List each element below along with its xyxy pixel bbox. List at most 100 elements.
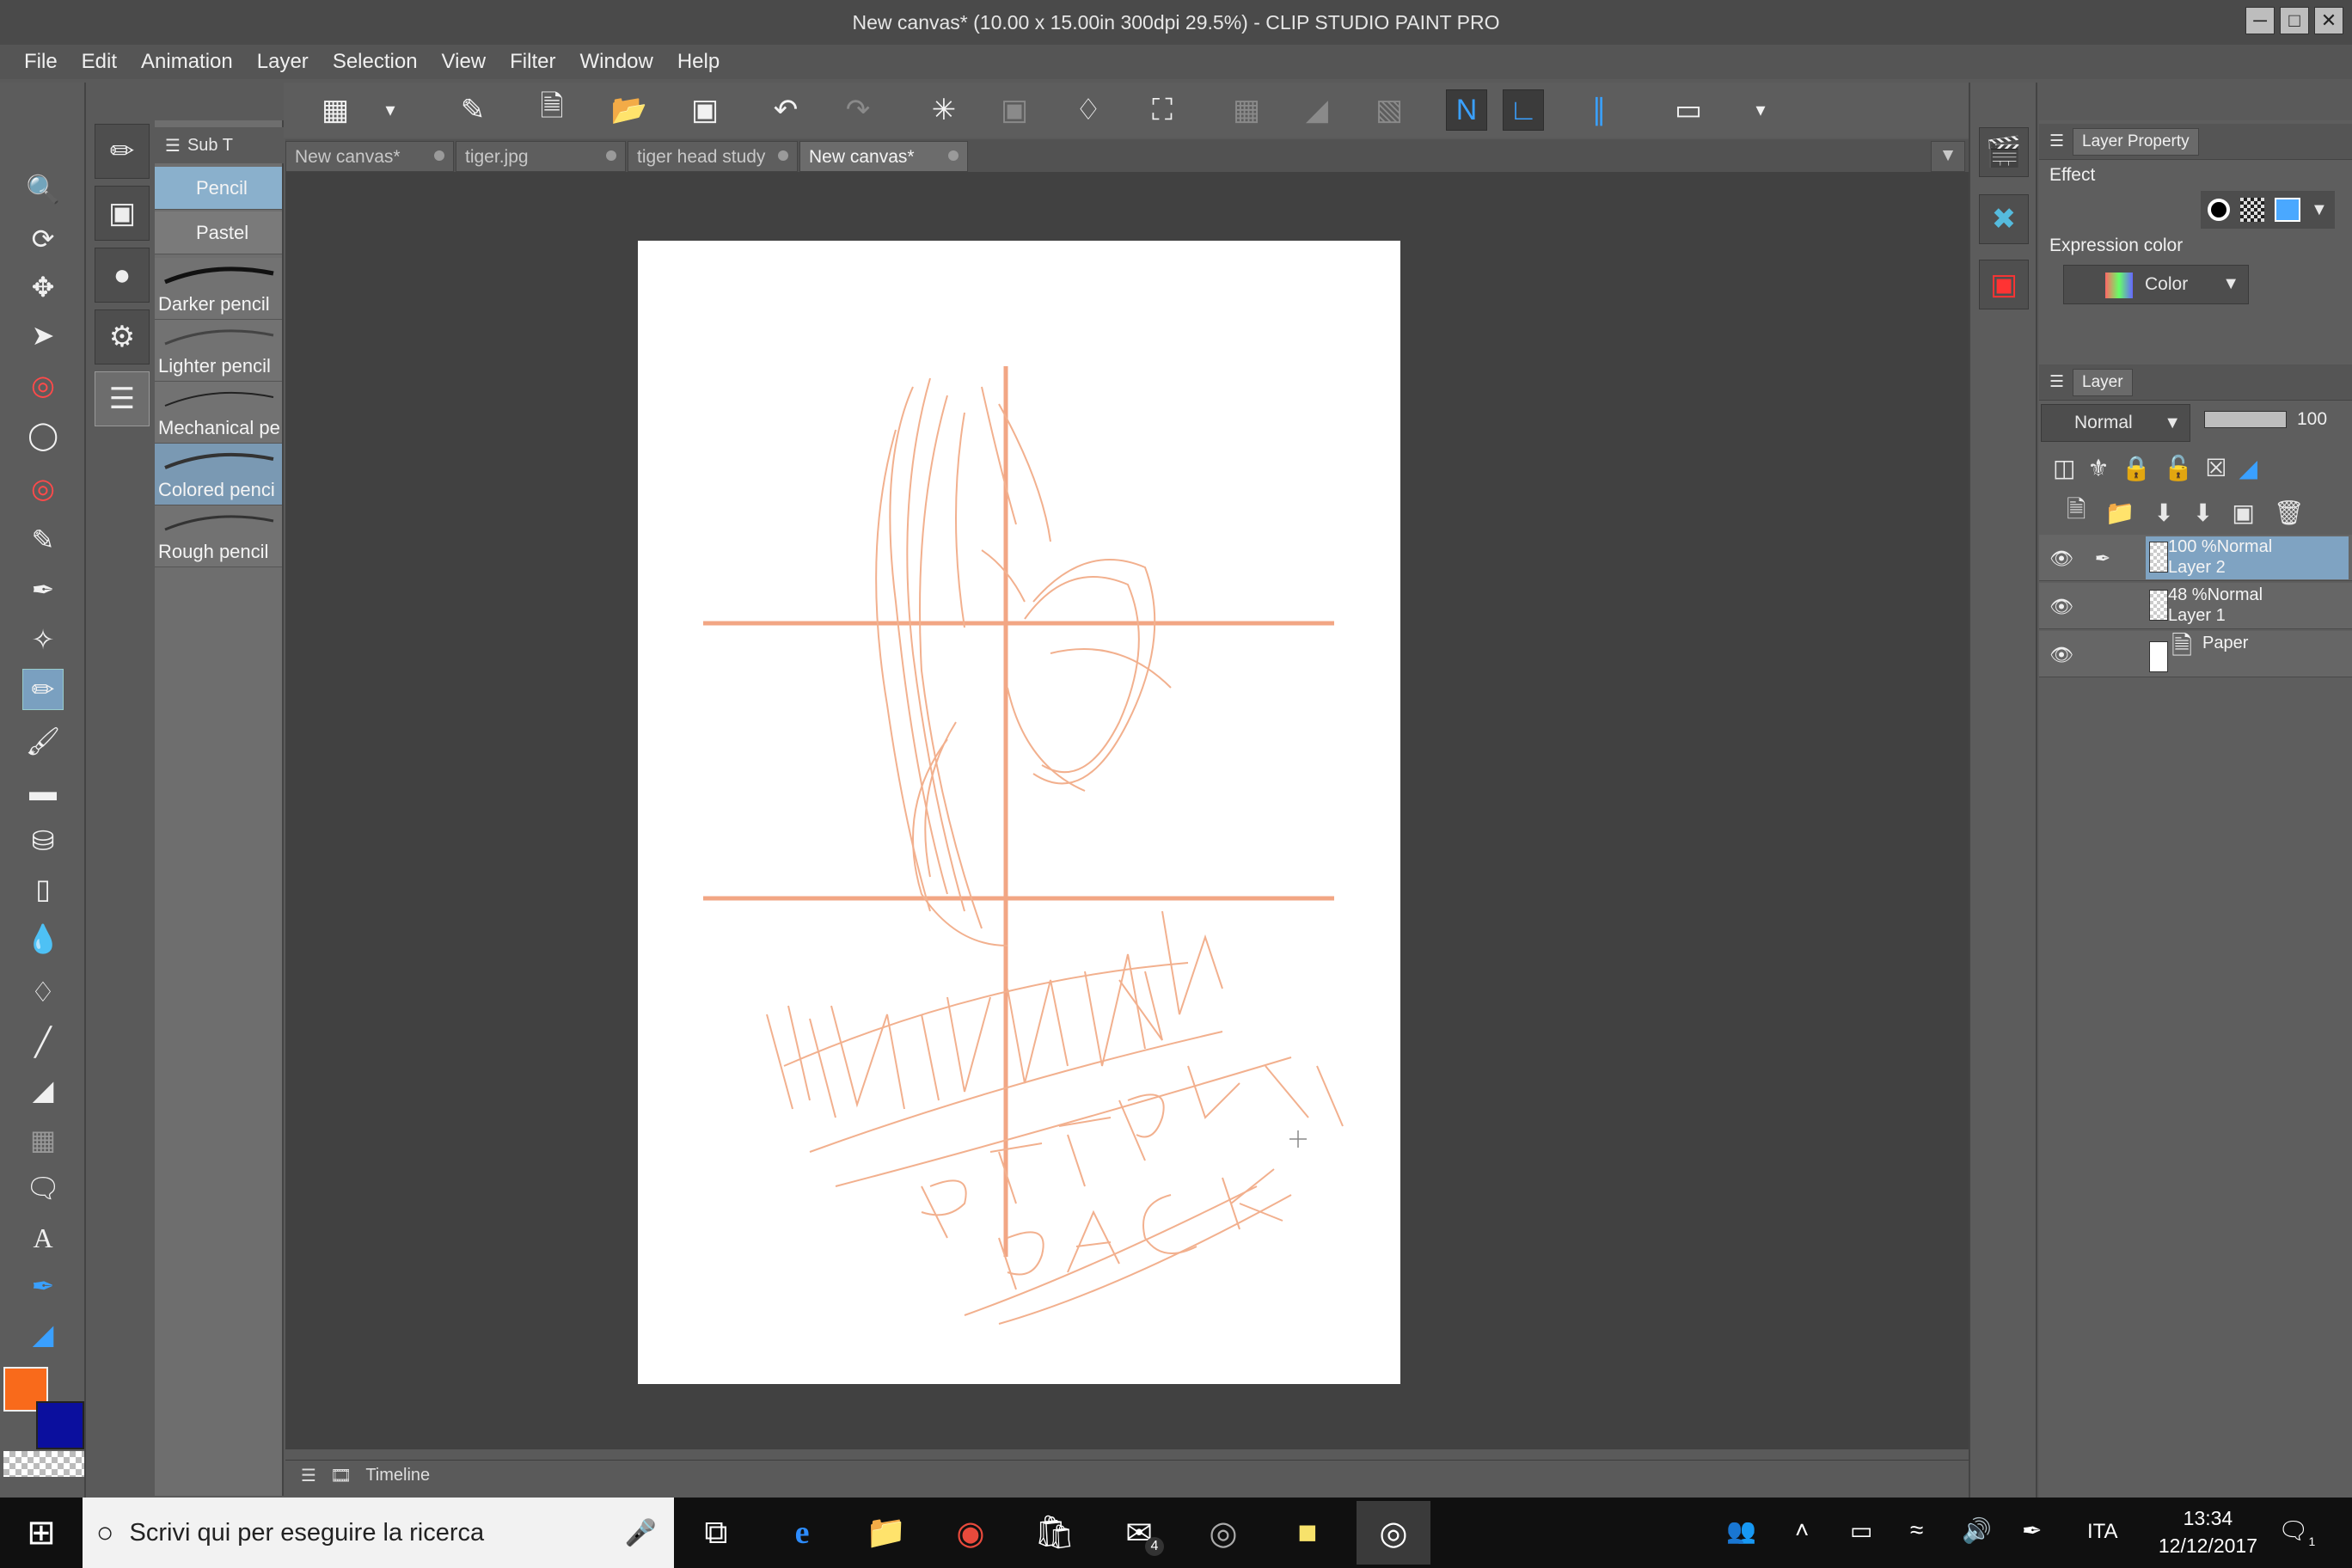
disc-icon[interactable]: ●	[95, 248, 150, 303]
clip-studio-paint-icon[interactable]: ◎	[1357, 1501, 1430, 1565]
balloon-icon[interactable]: 🗨	[22, 1167, 64, 1209]
redo-icon[interactable]: ↷	[837, 89, 879, 131]
eraser-icon[interactable]: ▯	[22, 868, 64, 910]
people-icon[interactable]: 👥	[1726, 1516, 1756, 1545]
zoom-icon[interactable]: 🔍	[22, 168, 64, 210]
erase-selection-icon[interactable]: ✳	[923, 89, 965, 131]
layer-property-tab[interactable]: Layer Property	[2073, 127, 2199, 156]
subtool-list-icon[interactable]: ☰	[95, 371, 150, 426]
close-tab-icon[interactable]	[434, 150, 444, 161]
eye-icon[interactable]: 👁	[2049, 595, 2073, 619]
grid-menu-icon[interactable]: ▦	[315, 89, 356, 131]
volume-icon[interactable]: 🔊	[1962, 1516, 1992, 1545]
layer-color-icon[interactable]	[2275, 198, 2300, 222]
transform-icon[interactable]: ⛶	[1142, 89, 1183, 131]
more-dropdown-icon[interactable]: ▾	[1740, 89, 1781, 131]
chevron-down-icon[interactable]: ▼	[2311, 200, 2328, 220]
menu-layer[interactable]: Layer	[245, 50, 321, 74]
menu-window[interactable]: Window	[567, 50, 665, 74]
pencil-group-icon[interactable]: ✏	[95, 124, 150, 179]
brush-icon[interactable]: 🖌	[22, 720, 64, 762]
layer-tab[interactable]: Layer	[2073, 368, 2133, 396]
tab-new-canvas-2[interactable]: New canvas*	[799, 141, 968, 172]
opacity-slider[interactable]	[2204, 411, 2287, 428]
close-tab-icon[interactable]	[606, 150, 616, 161]
notifications-icon[interactable]: 🗨1	[2278, 1516, 2315, 1548]
minimize-button[interactable]: ─	[2245, 7, 2275, 34]
undo-icon[interactable]: ↶	[765, 89, 806, 131]
language-indicator[interactable]: ITA	[2087, 1520, 2118, 1544]
clipping-icon[interactable]: ◫	[2053, 454, 2075, 482]
subtool-colored-pencil[interactable]: Colored penci	[155, 444, 282, 505]
ruler-icon[interactable]: ◢	[1296, 89, 1338, 131]
transparent-color-swatch[interactable]	[3, 1451, 84, 1477]
correct-line-icon[interactable]: ✒	[22, 1265, 64, 1307]
border-effect-icon[interactable]	[2208, 199, 2230, 221]
layer-row-layer-1[interactable]: 👁 48 %Normal Layer 1	[2039, 583, 2352, 629]
opacity-value[interactable]: 100	[2297, 409, 2327, 430]
menu-file[interactable]: File	[12, 50, 70, 74]
merge-visible-icon[interactable]: ⬇	[2193, 499, 2213, 527]
layer-row-paper[interactable]: 👁 🗎 Paper	[2039, 631, 2352, 677]
snap-ruler-icon[interactable]: N	[1446, 89, 1487, 131]
open-folder-icon[interactable]: 📂	[609, 89, 650, 131]
subtool-mechanical-pencil[interactable]: Mechanical pe	[155, 382, 282, 444]
eye-icon[interactable]: 👁	[2049, 643, 2073, 667]
new-raster-layer-icon[interactable]: 🗎	[2067, 492, 2086, 533]
task-view-icon[interactable]: ⧉	[693, 1510, 739, 1556]
target-icon[interactable]: ◎	[22, 364, 64, 406]
save-icon[interactable]: ▣	[684, 89, 726, 131]
windows-start-icon[interactable]: ⊞	[0, 1498, 83, 1568]
lock-icon[interactable]: 🔒	[2122, 454, 2152, 482]
pencil-icon[interactable]: ✏	[22, 669, 64, 710]
merge-down-icon[interactable]: ⬇	[2153, 499, 2173, 527]
chip-icon[interactable]: ▣	[95, 186, 150, 241]
lock-transparency-icon[interactable]: 🔓	[2163, 454, 2193, 482]
drawing-canvas[interactable]	[638, 241, 1400, 1384]
close-tab-icon[interactable]	[948, 150, 959, 161]
sticky-notes-icon[interactable]: ■	[1284, 1510, 1331, 1556]
search-box[interactable]: ○ Scrivi qui per eseguire la ricerca 🎤	[83, 1498, 674, 1568]
text-icon[interactable]: A	[22, 1217, 64, 1259]
navigator-icon[interactable]: ✖	[1979, 194, 2029, 244]
battery-icon[interactable]: ▭	[1850, 1516, 1872, 1545]
menu-lines-icon[interactable]: ☰	[2049, 132, 2064, 151]
chrome-icon[interactable]: ◉	[947, 1510, 994, 1556]
eyedropper-icon[interactable]: ✎	[22, 519, 64, 560]
edge-icon[interactable]: e	[779, 1510, 825, 1556]
menu-lines-icon[interactable]: ☰	[165, 135, 181, 156]
tone-effect-icon[interactable]	[2240, 198, 2264, 222]
menu-help[interactable]: Help	[665, 50, 732, 74]
settings-icon[interactable]: ⚙	[95, 309, 150, 364]
fill-bucket-icon[interactable]: ♢	[22, 971, 64, 1013]
snap-special-ruler-icon[interactable]: ∟	[1503, 89, 1544, 131]
chevron-up-icon[interactable]: ˄	[1795, 1516, 1809, 1544]
pen-workspace-icon[interactable]: ✒	[2022, 1516, 2042, 1545]
menu-view[interactable]: View	[430, 50, 499, 74]
clock[interactable]: 13:34 12/12/2017	[2159, 1504, 2257, 1559]
show-grid-icon[interactable]: ▦	[1226, 89, 1267, 131]
wifi-icon[interactable]: ≈	[1910, 1516, 1923, 1544]
fill-icon[interactable]: ♢	[1068, 89, 1109, 131]
rotate-icon[interactable]: ⟳	[22, 218, 64, 260]
blend-mode-select[interactable]: Normal ▼	[2041, 404, 2190, 442]
eye-icon[interactable]: 👁	[2049, 547, 2073, 571]
timeline-tab[interactable]: Timeline	[365, 1466, 430, 1485]
tab-tiger-jpg[interactable]: tiger.jpg	[456, 141, 626, 172]
menu-edit[interactable]: Edit	[70, 50, 129, 74]
clip-studio-icon[interactable]: ✎	[452, 89, 493, 131]
menu-animation[interactable]: Animation	[129, 50, 245, 74]
file-explorer-icon[interactable]: 📁	[863, 1510, 910, 1556]
tab-list-dropdown-icon[interactable]: ▼	[1931, 141, 1965, 172]
ruler-tool-icon[interactable]: ◢	[22, 1314, 64, 1355]
menu-filter[interactable]: Filter	[498, 50, 567, 74]
sub-tool-tab[interactable]: Sub T	[187, 136, 233, 156]
object-select-icon[interactable]: ➤	[22, 315, 64, 356]
pen-edit-icon[interactable]: ✒	[2091, 547, 2115, 571]
mail-icon[interactable]: ✉ 4	[1116, 1510, 1164, 1556]
reference-layer-icon[interactable]: ⚜	[2087, 454, 2109, 482]
new-file-icon[interactable]: 🗎	[531, 89, 573, 131]
decoration-icon[interactable]: ▬	[22, 770, 64, 812]
pen-icon[interactable]: ✒	[22, 569, 64, 610]
move-icon[interactable]: ✥	[22, 266, 64, 308]
